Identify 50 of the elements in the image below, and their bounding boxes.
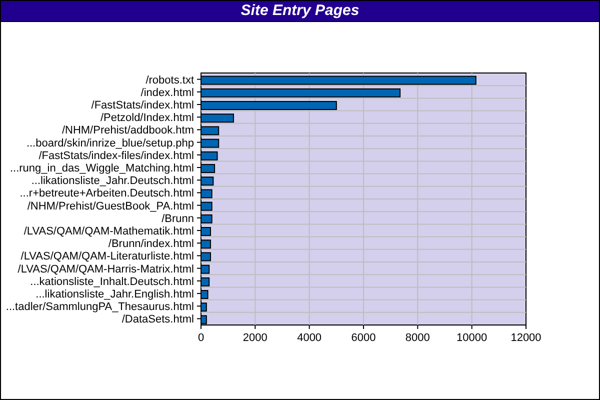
axis-tick-label: 8000 <box>405 332 430 344</box>
category-label: /NHM/Prehist/GuestBook_PA.html <box>27 200 194 212</box>
category-label: /Brunn/index.html <box>108 238 194 250</box>
category-label: /DataSets.html <box>122 314 194 326</box>
bar <box>200 176 214 186</box>
bar <box>200 126 220 136</box>
category-label: /index.html <box>140 86 194 99</box>
bar <box>200 164 216 173</box>
bar <box>200 277 210 286</box>
bar <box>200 214 212 224</box>
bar <box>200 114 234 123</box>
category-label: ...board/skin/inrize_blue/setup.php <box>26 137 194 150</box>
category-label: /LVAS/QAM/QAM-Literaturliste.html <box>20 250 194 263</box>
tick-mark <box>471 324 472 330</box>
window-title: Site Entry Pages <box>1 1 599 22</box>
bar <box>200 315 207 324</box>
bar <box>200 290 208 299</box>
category-label: /Petzold/Index.html <box>100 112 194 124</box>
bar <box>200 240 211 249</box>
bar <box>200 202 212 211</box>
axis-tick-label: 4000 <box>297 332 322 344</box>
category-label: ...likationsliste_Jahr.English.html <box>36 288 194 300</box>
bar <box>200 151 218 160</box>
category-label: ...rung_in_das_Wiggle_Matching.html <box>10 162 194 174</box>
tick-mark <box>363 324 364 330</box>
axis-tick-label: 0 <box>198 332 204 344</box>
bar <box>200 227 211 236</box>
tick-mark <box>417 324 418 330</box>
tick-mark <box>254 324 256 330</box>
category-label: ...r+betreute+Arbeiten.Deutsch.html <box>20 188 194 200</box>
category-label: /LVAS/QAM/QAM-Mathematik.html <box>24 226 194 238</box>
axis-tick-label: 10000 <box>456 332 488 344</box>
category-label: /FastStats/index-files/index.html <box>38 150 194 162</box>
bar <box>200 252 211 262</box>
category-label: /robots.txt <box>146 74 194 86</box>
tick-mark <box>308 324 310 330</box>
category-label: ...tadler/SammlungPA_Thesaurus.html <box>6 301 194 314</box>
category-label: /LVAS/QAM/QAM-Harris-Matrix.html <box>18 263 194 276</box>
category-label: ...likationsliste_Jahr.Deutsch.html <box>31 175 194 188</box>
axis-tick-label: 12000 <box>510 332 542 344</box>
category-label: /FastStats/index.html <box>91 100 194 112</box>
axis-tick-label: 6000 <box>351 332 376 344</box>
bar <box>200 138 220 148</box>
bar <box>200 189 212 198</box>
axis-tick-label: 2000 <box>242 332 268 344</box>
category-label: /NHM/Prehist/addbook.htm <box>62 124 194 137</box>
bar <box>200 302 207 312</box>
category-label: ...kationsliste_Inhalt.Deutsch.html <box>30 276 194 288</box>
bar <box>200 264 210 274</box>
category-label: /Brunn <box>162 212 194 225</box>
